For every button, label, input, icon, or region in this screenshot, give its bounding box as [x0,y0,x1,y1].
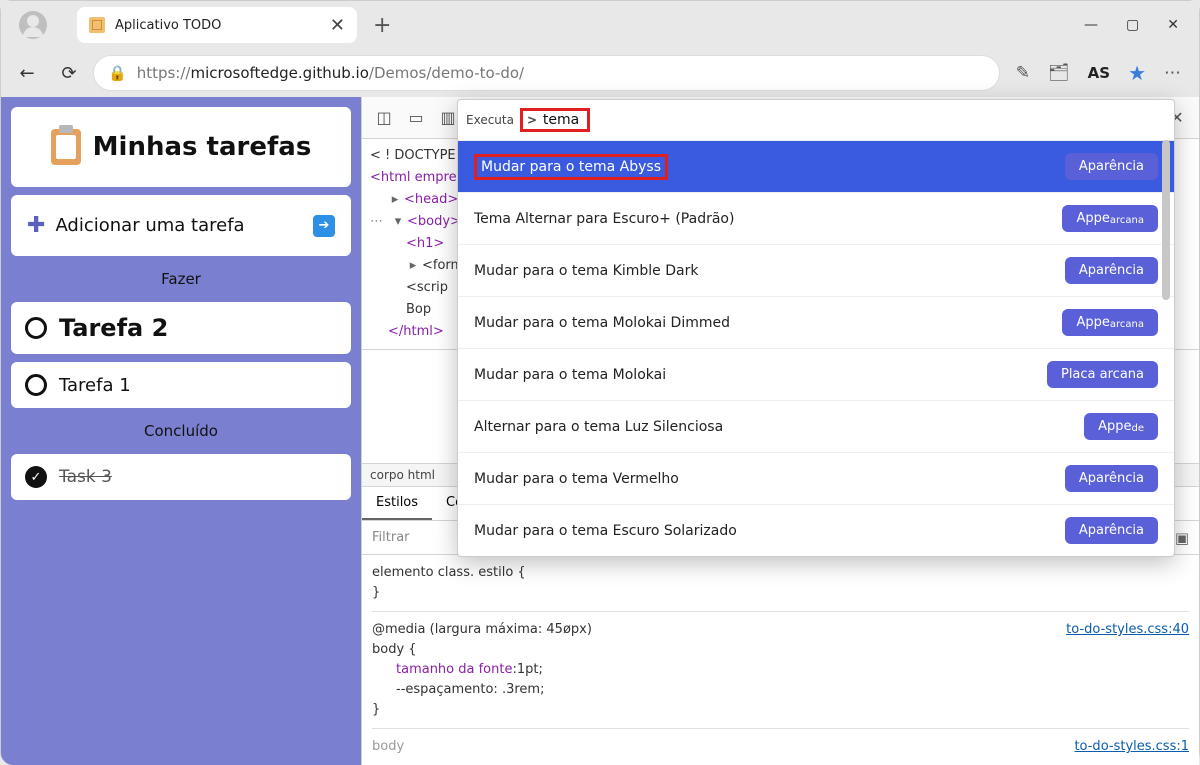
task-item[interactable]: Tarefa 1 [11,362,351,408]
css-body-selector: body { [372,640,1189,660]
section-todo-label: Fazer [11,264,351,294]
url-text: https://microsoftedge.github.io/Demos/de… [137,64,524,82]
palette-input-row[interactable]: Executa > tema [458,100,1174,140]
palette-item-badge: Aparência [1065,517,1158,544]
palette-item-badge: Aparência [1065,257,1158,284]
palette-item[interactable]: Alternar para o tema Luz Silenciosa Appe… [458,400,1174,452]
address-bar: ← ⟳ 🔒 https://microsoftedge.github.io/De… [1,49,1199,97]
window-controls: — ▢ ✕ [1084,17,1191,33]
palette-item-label: Mudar para o tema Kimble Dark [474,263,698,279]
edit-icon[interactable]: ✎ [1016,63,1030,83]
tab-styles[interactable]: Estilos [362,487,432,520]
palette-item-label: Mudar para o tema Molokai Dimmed [474,315,730,331]
palette-item[interactable]: Mudar para o tema Escuro Solarizado Apar… [458,504,1174,556]
palette-item[interactable]: Mudar para o tema Vermelho Aparência [458,452,1174,504]
css-close: } [372,583,1189,603]
browser-chrome: Aplicativo TODO ✕ + — ▢ ✕ ← ⟳ 🔒 https://… [1,1,1199,97]
css-source-link[interactable]: to-do-styles.css:1 [1074,737,1189,757]
palette-item-label: Mudar para o tema Molokai [474,367,666,383]
submit-arrow-icon[interactable]: ➔ [313,215,335,237]
section-done-label: Concluído [11,416,351,446]
palette-item-badge: Appearcana [1062,205,1158,232]
scrollbar-thumb[interactable] [1162,140,1170,300]
task-name: Tarefa 1 [59,375,131,396]
palette-item[interactable]: Mudar para o tema Kimble Dark Aparência [458,244,1174,296]
palette-item-badge: Appearcana [1062,309,1158,336]
page-favicon-icon [89,17,105,33]
palette-item[interactable]: Mudar para o tema Molokai Placa arcana [458,348,1174,400]
tab-close-icon[interactable]: ✕ [330,15,345,36]
plus-icon: ✚ [27,213,45,238]
browser-tab[interactable]: Aplicativo TODO ✕ [77,7,357,43]
palette-item-label: Mudar para o tema Escuro Solarizado [474,523,737,539]
task-checkbox-icon[interactable] [25,317,47,339]
palette-query[interactable]: tema [541,111,583,130]
dom-script[interactable]: <scrip [406,277,448,299]
task-item[interactable]: Tarefa 2 [11,302,351,354]
task-name: Tarefa 2 [59,314,168,342]
task-item-done[interactable]: ✓ Task 3 [11,454,351,500]
add-task-row[interactable]: ✚ Adicionar uma tarefa ➔ [11,195,351,256]
palette-item[interactable]: Mudar para o tema Molokai Dimmed Appearc… [458,296,1174,348]
palette-prompt: Executa [466,113,514,127]
minimize-icon[interactable]: — [1084,17,1098,33]
dom-head[interactable]: <head> [404,189,458,211]
palette-item[interactable]: Tema Alternar para Escuro+ (Padrão) Appe… [458,192,1174,244]
profile-avatar-icon[interactable] [19,11,47,39]
palette-item-label: Mudar para o tema Vermelho [474,471,679,487]
dom-html-close: </html> [388,321,444,343]
more-icon[interactable]: ⋯ [1164,63,1181,83]
url-field[interactable]: 🔒 https://microsoftedge.github.io/Demos/… [93,55,1000,91]
close-icon[interactable]: ✕ [1167,17,1179,33]
palette-item-badge: Aparência [1065,153,1158,180]
maximize-icon[interactable]: ▢ [1126,17,1139,33]
profile-initials[interactable]: AS [1088,64,1110,82]
task-done-icon[interactable]: ✓ [25,466,47,488]
task-checkbox-icon[interactable] [25,374,47,396]
add-task-label: Adicionar uma tarefa [55,215,303,236]
favorite-star-icon[interactable]: ★ [1128,61,1146,85]
css-close2: } [372,700,1189,720]
palette-list: Mudar para o tema Abyss Aparência Tema A… [458,140,1174,556]
chevron-icon: > [527,113,537,127]
dom-body[interactable]: <body> [407,211,461,233]
filter-input[interactable]: Filtrar [372,530,410,545]
palette-item-badge: Placa arcana [1047,361,1158,388]
refresh-button[interactable]: ⟳ [51,55,87,91]
dom-h1[interactable]: <h1> [406,233,444,255]
devtools-panel: ◫ ▭ ▥ ◈ ⌂ </>Elementos ▣ ✸ ◉ ⚙ ▭ ＋ ⋯ ◯ ✕… [361,97,1199,765]
app-header: Minhas tarefas [11,107,351,187]
inspect-icon[interactable]: ◫ [370,108,398,127]
todo-app-page: Minhas tarefas ✚ Adicionar uma tarefa ➔ … [1,97,361,765]
palette-item[interactable]: Mudar para o tema Abyss Aparência [458,140,1174,192]
css-rules-pane[interactable]: elemento class. estilo { } to-do-styles.… [362,555,1199,765]
palette-item-label: Alternar para o tema Luz Silenciosa [474,419,723,435]
palette-item-badge: Aparência [1065,465,1158,492]
titlebar: Aplicativo TODO ✕ + — ▢ ✕ [1,1,1199,49]
css-source-link[interactable]: to-do-styles.css:40 [1066,620,1189,640]
css-body2: body [372,737,1189,757]
back-button[interactable]: ← [9,55,45,91]
task-name: Task 3 [59,467,112,487]
command-palette: Executa > tema Mudar para o tema Abyss A… [457,99,1175,557]
tab-title: Aplicativo TODO [115,18,320,33]
palette-item-badge: Appede [1084,413,1158,440]
content-split: Minhas tarefas ✚ Adicionar uma tarefa ➔ … [1,97,1199,765]
page-title: Minhas tarefas [93,132,312,162]
dom-textnode[interactable]: Bop [406,299,431,321]
css-selector: elemento class. estilo { [372,563,1189,583]
new-tab-button[interactable]: + [373,13,391,38]
clipboard-icon [51,129,81,165]
collections-icon[interactable]: 🗂 [1048,63,1070,83]
device-icon[interactable]: ▭ [402,108,430,127]
lock-icon: 🔒 [108,64,127,82]
computed-panel-icon[interactable]: ▣ [1175,529,1189,547]
palette-item-label: Mudar para o tema Abyss [474,154,668,180]
palette-item-label: Tema Alternar para Escuro+ (Padrão) [474,211,734,227]
palette-query-highlight: > tema [520,108,590,132]
